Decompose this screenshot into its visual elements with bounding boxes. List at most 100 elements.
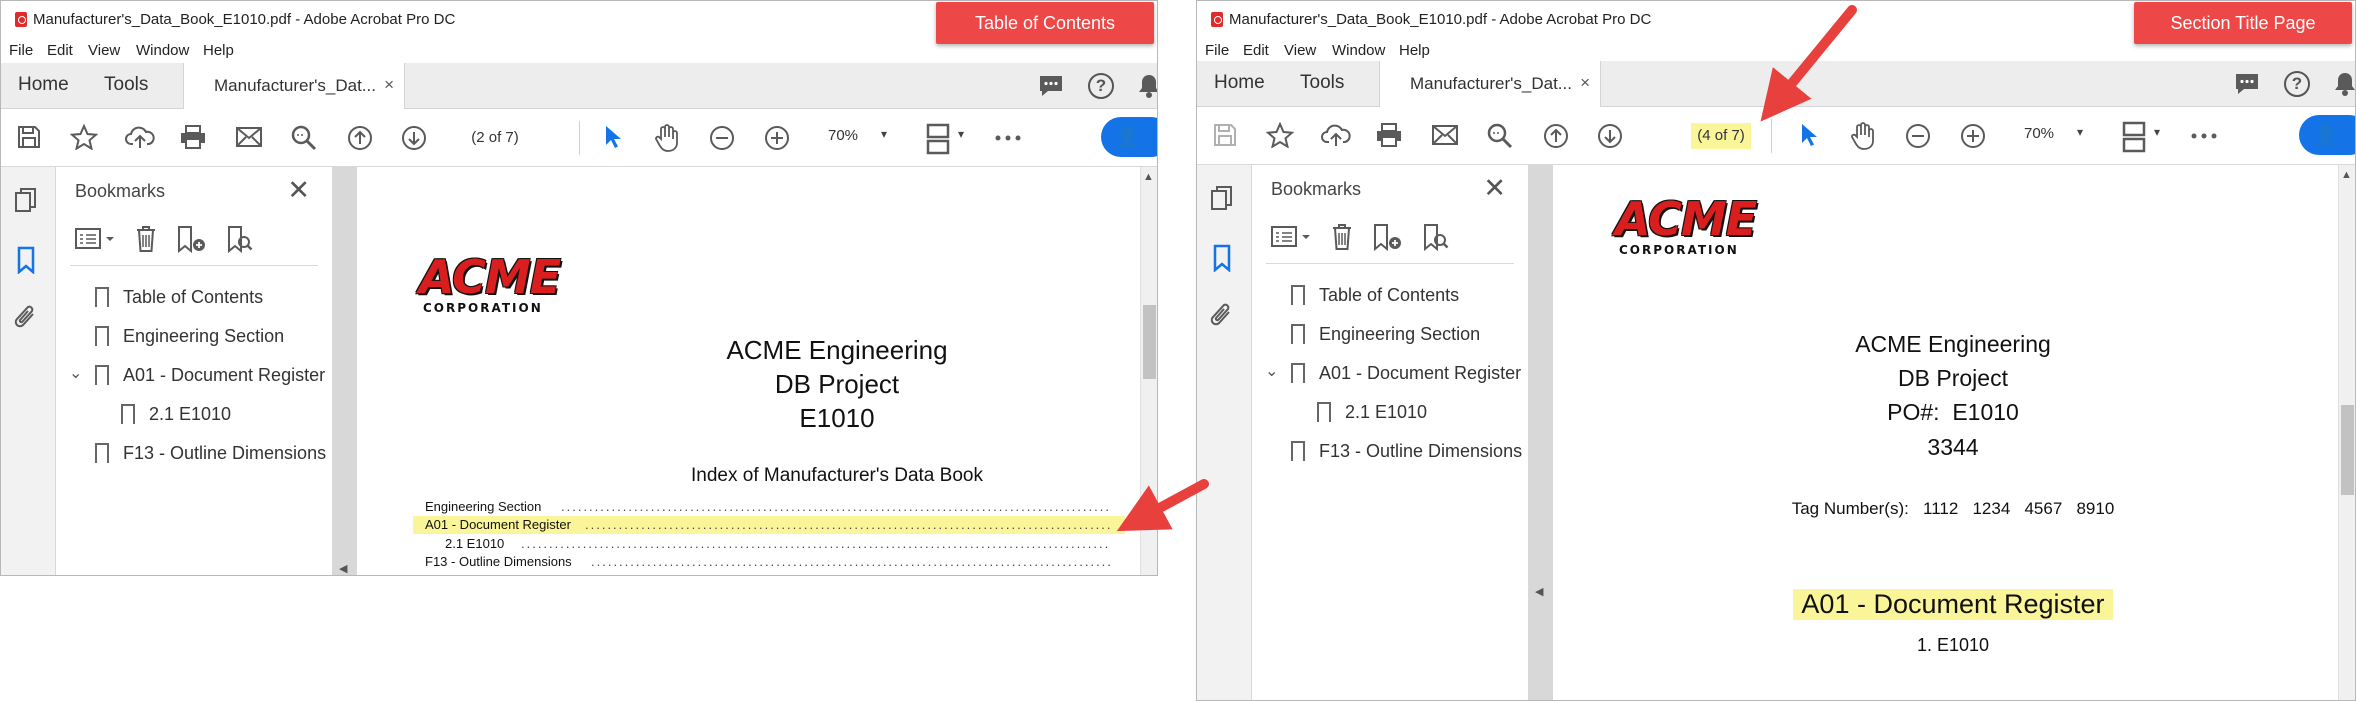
bookmark-icon[interactable] (16, 246, 36, 274)
scroll-up-icon[interactable]: ▲ (2341, 169, 2352, 181)
collapse-panel-icon[interactable]: ◀ (339, 562, 347, 575)
save-icon[interactable] (17, 125, 41, 149)
share-button[interactable]: 👤 (2299, 115, 2355, 155)
search-zoom-icon[interactable] (1486, 122, 1514, 150)
comment-icon[interactable] (2234, 72, 2260, 96)
fit-page-icon[interactable] (925, 123, 955, 155)
collapse-panel-icon[interactable]: ◀ (1535, 585, 1543, 598)
panel-close-icon[interactable]: ✕ (1483, 173, 1506, 204)
menu-help[interactable]: Help (203, 42, 234, 59)
pages-icon[interactable] (13, 187, 39, 215)
more-icon[interactable] (2191, 133, 2217, 139)
pdf-icon (15, 12, 27, 27)
tab-document[interactable]: Manufacturer's_Dat... × (1379, 61, 1601, 107)
window-title: Manufacturer's_Data_Book_E1010.pdf - Ado… (1229, 11, 1652, 28)
tab-home[interactable]: Home (18, 74, 69, 96)
page-number-field[interactable]: (2 of 7) (453, 125, 537, 151)
toc-row[interactable]: Engineering Section ....................… (425, 498, 1125, 516)
attachment-icon[interactable] (13, 302, 39, 332)
document-viewer: ◀ ACME CORPORATION ACME Engineering DB P… (333, 167, 1140, 575)
page-down-icon[interactable] (401, 125, 427, 151)
menu-file[interactable]: File (9, 42, 33, 59)
zoom-level[interactable]: 70% (2024, 125, 2054, 142)
menu-edit[interactable]: Edit (47, 42, 73, 59)
bookmark-search-icon[interactable] (227, 225, 253, 255)
panel-close-icon[interactable]: ✕ (287, 175, 310, 206)
delete-icon[interactable] (135, 225, 157, 253)
page-up-icon[interactable] (347, 125, 373, 151)
page-number-field[interactable]: (4 of 7) (1691, 123, 1751, 149)
tab-document[interactable]: Manufacturer's_Dat... × (183, 63, 405, 109)
bookmark-item-icon (121, 404, 135, 426)
help-icon[interactable]: ? (1088, 73, 1114, 99)
search-zoom-icon[interactable] (290, 124, 318, 152)
zoom-in-icon[interactable] (1960, 123, 1986, 149)
vertical-scrollbar[interactable]: ▲ (2338, 165, 2355, 700)
tab-tools[interactable]: Tools (104, 74, 148, 96)
pages-icon[interactable] (1209, 185, 1235, 213)
print-icon[interactable] (1375, 122, 1403, 148)
bookmark-options-icon[interactable] (1271, 225, 1311, 249)
vertical-scrollbar[interactable]: ▲ (1140, 167, 1157, 575)
fit-dropdown-icon[interactable]: ▾ (958, 127, 964, 141)
bell-icon[interactable] (1137, 73, 1158, 99)
scroll-up-icon[interactable]: ▲ (1143, 171, 1154, 183)
select-cursor-icon[interactable] (603, 124, 623, 150)
page-down-icon[interactable] (1597, 123, 1623, 149)
fit-page-icon[interactable] (2121, 121, 2151, 153)
zoom-level[interactable]: 70% (828, 127, 858, 144)
toc-row[interactable]: 2.1 E1010 ..............................… (445, 535, 1125, 553)
upload-icon[interactable] (125, 124, 155, 150)
new-bookmark-icon[interactable] (1373, 223, 1403, 253)
chevron-down-icon[interactable]: ⌄ (69, 363, 82, 383)
upload-icon[interactable] (1321, 122, 1351, 148)
new-bookmark-icon[interactable] (177, 225, 207, 255)
fit-dropdown-icon[interactable]: ▾ (2154, 125, 2160, 139)
menu-help[interactable]: Help (1399, 42, 1430, 59)
scroll-thumb[interactable] (2341, 405, 2354, 495)
mail-icon[interactable] (1431, 124, 1459, 146)
page-up-icon[interactable] (1543, 123, 1569, 149)
print-icon[interactable] (179, 124, 207, 150)
toolbar-separator (1771, 119, 1772, 153)
bell-icon[interactable] (2333, 71, 2356, 97)
share-button[interactable]: 👤 (1101, 117, 1157, 157)
menu-file[interactable]: File (1205, 42, 1229, 59)
zoom-dropdown-icon[interactable]: ▾ (881, 127, 887, 141)
menu-view[interactable]: View (88, 42, 120, 59)
star-icon[interactable] (70, 124, 98, 150)
save-icon[interactable] (1213, 123, 1237, 147)
star-icon[interactable] (1266, 122, 1294, 148)
select-cursor-icon[interactable] (1799, 122, 1819, 148)
section-title: A01 - Document Register (1793, 589, 2113, 620)
hand-icon[interactable] (1849, 121, 1877, 151)
attachment-icon[interactable] (1209, 300, 1235, 330)
bookmark-options-icon[interactable] (75, 227, 115, 251)
menu-edit[interactable]: Edit (1243, 42, 1269, 59)
zoom-dropdown-icon[interactable]: ▾ (2077, 125, 2083, 139)
bookmark-item-icon (95, 287, 109, 309)
help-icon[interactable]: ? (2284, 71, 2310, 97)
menu-window[interactable]: Window (136, 42, 189, 59)
bookmark-search-icon[interactable] (1423, 223, 1449, 253)
mail-icon[interactable] (235, 126, 263, 148)
bookmark-icon[interactable] (1212, 244, 1232, 272)
hand-icon[interactable] (653, 123, 681, 153)
scroll-thumb[interactable] (1143, 305, 1156, 379)
share-icon: 👤 (1115, 127, 1140, 149)
menu-view[interactable]: View (1284, 42, 1316, 59)
chevron-down-icon[interactable]: ⌄ (1265, 361, 1278, 381)
tab-close-icon[interactable]: × (384, 75, 394, 95)
more-icon[interactable] (995, 135, 1021, 141)
delete-icon[interactable] (1331, 223, 1353, 251)
zoom-in-icon[interactable] (764, 125, 790, 151)
comment-icon[interactable] (1038, 74, 1064, 98)
tab-home[interactable]: Home (1214, 72, 1265, 94)
zoom-out-icon[interactable] (709, 125, 735, 151)
zoom-out-icon[interactable] (1905, 123, 1931, 149)
menu-window[interactable]: Window (1332, 42, 1385, 59)
toc-row-highlighted[interactable]: A01 - Document Register ................… (413, 516, 1125, 534)
tab-tools[interactable]: Tools (1300, 72, 1344, 94)
tab-close-icon[interactable]: × (1580, 73, 1590, 93)
toc-row[interactable]: F13 - Outline Dimensions ...............… (425, 553, 1125, 571)
